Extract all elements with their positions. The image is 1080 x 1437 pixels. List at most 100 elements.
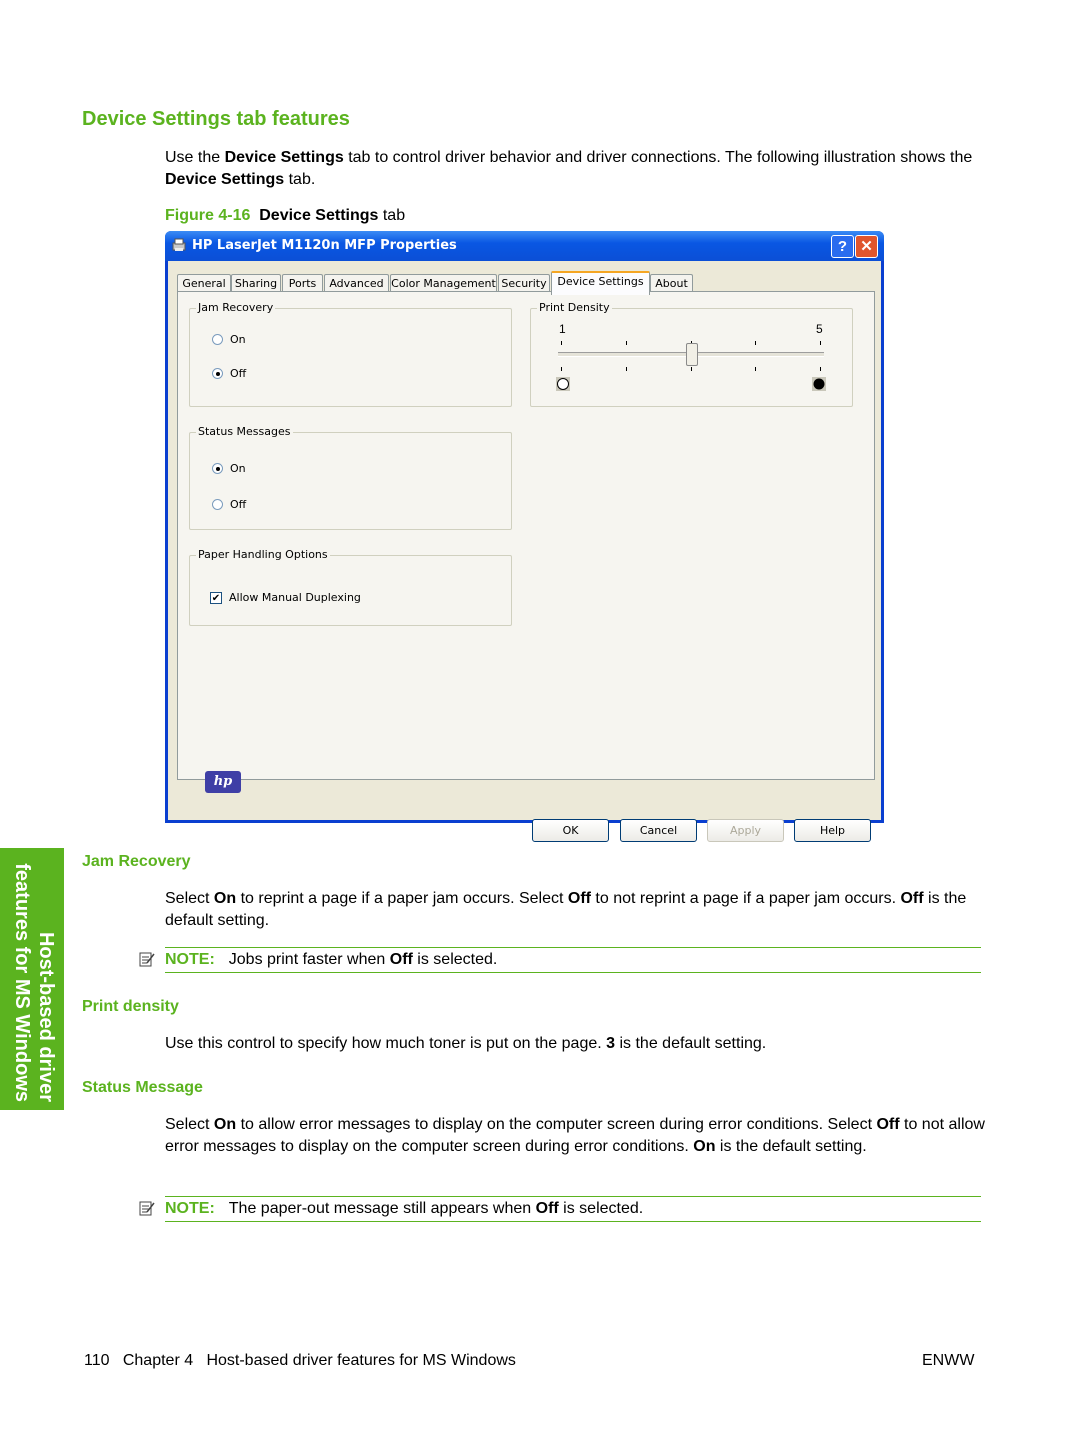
side-tab-text: Host-based driver features for MS Windows <box>0 848 64 1110</box>
slider-tick <box>561 367 562 371</box>
print-density-heading: Print density <box>82 998 179 1015</box>
radio-button-selected[interactable] <box>212 368 223 379</box>
density-min-label: 1 <box>559 322 566 336</box>
text: Select <box>165 890 214 907</box>
bold-text: On <box>213 1116 237 1133</box>
bold-text: Device Settings <box>259 207 379 224</box>
side-tab-line-2: features for MS Windows <box>11 863 33 1102</box>
bold-text: Off <box>900 890 924 907</box>
slider-tick <box>755 341 757 345</box>
close-button[interactable]: ✕ <box>855 235 878 258</box>
density-max-label: 5 <box>816 322 823 336</box>
jam-recovery-note: NOTE: Jobs print faster when Off is selec… <box>139 947 981 973</box>
density-slider-thumb[interactable] <box>685 343 698 366</box>
slider-tick <box>755 367 757 371</box>
text: Use the <box>165 149 225 166</box>
status-message-heading: Status Message <box>82 1079 203 1096</box>
text: is selected. <box>412 951 498 968</box>
text: to allow error messages to display on th… <box>236 1116 877 1133</box>
jam-recovery-paragraph: Select On to reprint a page if a paper j… <box>165 888 985 932</box>
text: tab to control driver behavior and drive… <box>343 149 973 166</box>
jam-recovery-group: Jam Recovery On Off <box>189 301 512 407</box>
side-tab-line-1: Host-based driver <box>35 931 57 1102</box>
radio-button[interactable] <box>212 499 223 510</box>
allow-manual-duplexing-checkbox[interactable]: ✔ Allow Manual Duplexing <box>210 591 361 604</box>
bold-text: Off <box>389 951 413 968</box>
radio-button[interactable] <box>212 334 223 345</box>
slider-tick <box>820 341 821 345</box>
text: tab <box>378 207 406 224</box>
bold-text: Off <box>535 1200 559 1217</box>
jam-recovery-off-option[interactable]: Off <box>212 367 246 380</box>
group-label: Jam Recovery <box>196 301 276 314</box>
radio-button-selected[interactable] <box>212 463 223 474</box>
option-label: Off <box>230 367 247 380</box>
text: is the default setting. <box>615 1035 767 1052</box>
dialog-client: General Sharing Ports Advanced Color Man… <box>168 261 881 842</box>
group-label: Print Density <box>537 301 612 314</box>
text: tab. <box>284 171 316 188</box>
bold-text: Off <box>876 1116 900 1133</box>
page-heading: Device Settings tab features <box>82 108 350 130</box>
print-density-group: Print Density 1 5 <box>530 301 853 407</box>
tab-device-settings[interactable]: Device Settings <box>551 271 650 295</box>
figure-number: Figure 4-16 <box>165 207 251 224</box>
note-icon <box>139 952 155 967</box>
checkbox-label: Allow Manual Duplexing <box>229 591 361 604</box>
text: is selected. <box>558 1200 644 1217</box>
cancel-button[interactable]: Cancel <box>620 819 697 842</box>
footer-left: 110 Chapter 4 Host-based driver features… <box>84 1352 516 1369</box>
help-button[interactable]: Help <box>794 819 871 842</box>
text: is the default setting. <box>715 1138 867 1155</box>
jam-recovery-heading: Jam Recovery <box>82 853 191 870</box>
text: Use this control to specify how much ton… <box>165 1035 607 1052</box>
status-message-note: NOTE: The paper-out message still appears… <box>139 1196 981 1222</box>
bold-text: Device Settings <box>165 171 285 188</box>
option-label: On <box>230 333 246 346</box>
printer-icon <box>172 238 186 251</box>
note-label: NOTE: <box>165 1200 215 1217</box>
group-label: Status Messages <box>196 425 293 438</box>
bold-text: Off <box>567 890 591 907</box>
paper-handling-group: Paper Handling Options ✔ Allow Manual Dup… <box>189 548 512 626</box>
dialog-title: HP LaserJet M1120n MFP Properties <box>192 238 457 253</box>
intro-paragraph: Use the Device Settings tab to control d… <box>165 147 985 191</box>
slider-tick <box>561 341 562 345</box>
slider-tick <box>625 367 627 371</box>
properties-dialog: HP LaserJet M1120n MFP Properties ? ✕ Ge… <box>165 231 884 842</box>
figure-caption: Figure 4-16 Device Settings tab <box>165 207 405 225</box>
status-message-paragraph: Select On to allow error messages to dis… <box>165 1114 985 1158</box>
option-label: Off <box>230 498 247 511</box>
checkmark-icon[interactable]: ✔ <box>210 591 222 604</box>
group-label: Paper Handling Options <box>196 548 330 561</box>
print-density-paragraph: Use this control to specify how much ton… <box>165 1033 985 1055</box>
help-title-button[interactable]: ? <box>831 235 854 258</box>
hp-logo: hp <box>205 771 241 793</box>
status-messages-group: Status Messages On Off <box>189 425 512 530</box>
slider-tick <box>820 367 821 371</box>
chapter-side-tab: Host-based driver features for MS Windows <box>0 848 64 1110</box>
slider-tick <box>690 367 692 371</box>
note-icon <box>139 1201 155 1216</box>
option-label: On <box>230 462 246 475</box>
apply-button[interactable]: Apply <box>707 819 784 842</box>
footer-right: ENWW <box>922 1352 975 1369</box>
status-messages-on-option[interactable]: On <box>212 462 246 475</box>
status-messages-off-option[interactable]: Off <box>212 498 246 511</box>
light-density-icon <box>556 377 570 391</box>
text: Jobs print faster when <box>228 951 390 968</box>
jam-recovery-on-option[interactable]: On <box>212 333 246 346</box>
bold-text: 3 <box>606 1035 616 1052</box>
device-settings-panel: Jam Recovery On Off Status Messages On O… <box>177 291 875 793</box>
bold-text: On <box>213 890 237 907</box>
title-bar[interactable]: HP LaserJet M1120n MFP Properties ? ✕ <box>165 231 884 261</box>
bold-text: Device Settings <box>224 149 344 166</box>
slider-tick <box>625 341 627 345</box>
ok-button[interactable]: OK <box>532 819 609 842</box>
bold-text: On <box>693 1138 716 1155</box>
text: to not reprint a page if a paper jam occ… <box>590 890 901 907</box>
text: to reprint a page if a paper jam occurs.… <box>236 890 568 907</box>
text: Select <box>165 1116 214 1133</box>
text: The paper-out message still appears when <box>228 1200 536 1217</box>
note-label: NOTE: <box>165 951 215 968</box>
